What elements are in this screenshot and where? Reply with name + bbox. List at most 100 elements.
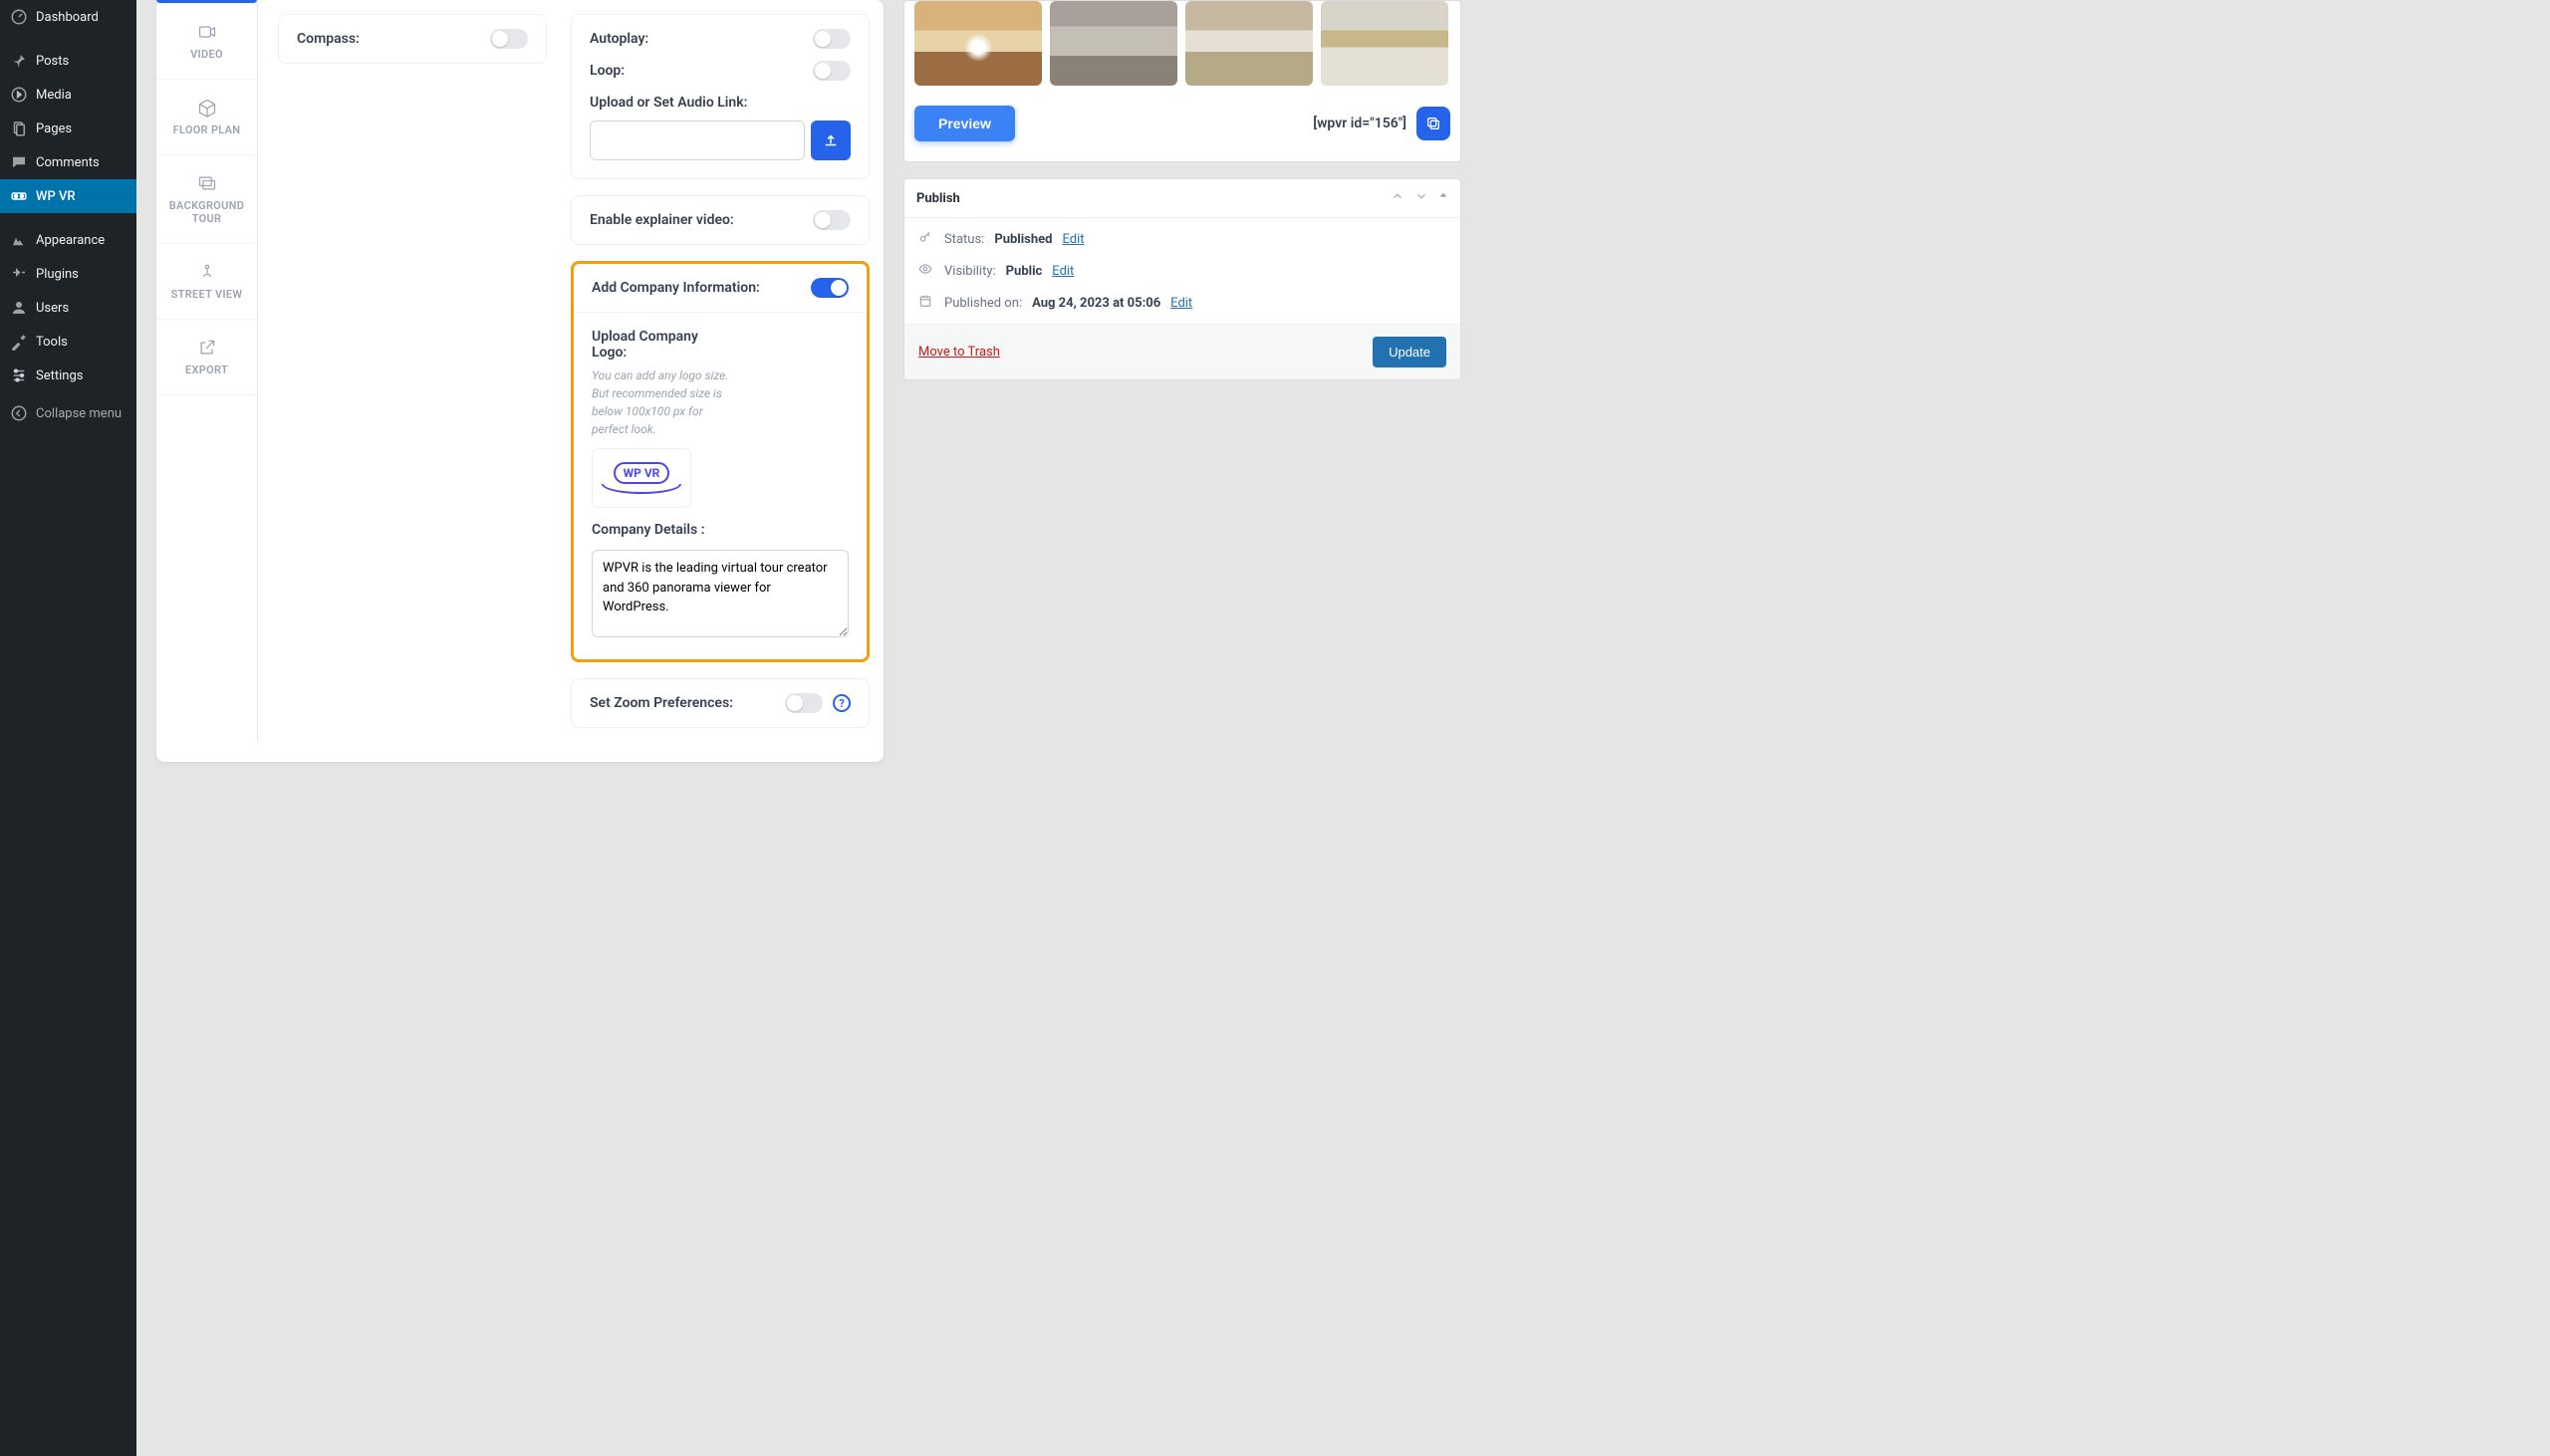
dashboard-icon [10, 8, 28, 26]
panel-toggle-icon[interactable] [1438, 189, 1448, 207]
sidebar-label: Settings [36, 368, 83, 383]
background-tour-icon [197, 173, 217, 193]
sidebar-item-media[interactable]: Media [0, 78, 136, 112]
upload-logo-label: Upload Company Logo: [592, 329, 731, 361]
video-icon [197, 22, 217, 42]
comments-icon [10, 153, 28, 171]
tools-icon [10, 333, 28, 351]
preview-card: Preview [wpvr id="156"] [903, 0, 1461, 162]
pin-icon [10, 52, 28, 70]
audio-panel: Autoplay: Loop: Upload or Set Audio Link… [571, 14, 870, 179]
company-info-highlight: Add Company Information: Upload Company … [571, 261, 870, 662]
appearance-icon [10, 231, 28, 249]
sidebar-item-settings[interactable]: Settings [0, 359, 136, 392]
tab-export[interactable]: EXPORT [156, 320, 257, 395]
move-to-trash-link[interactable]: Move to Trash [918, 345, 1000, 360]
sidebar-label: Plugins [36, 267, 79, 282]
wpvr-icon [10, 187, 28, 205]
sidebar-item-plugins[interactable]: Plugins [0, 257, 136, 291]
copy-shortcode-button[interactable] [1416, 107, 1450, 140]
company-logo-preview[interactable]: WP VR [592, 448, 691, 508]
panel-up-icon[interactable] [1391, 189, 1404, 207]
tab-background-tour[interactable]: BACKGROUND TOUR [156, 155, 257, 244]
settings-columns: Compass: Autoplay: Loop: [258, 0, 884, 742]
zoom-label: Set Zoom Preferences: [590, 695, 733, 711]
upload-icon [822, 131, 840, 149]
sidebar-label: WP VR [36, 189, 76, 204]
tab-video[interactable]: VIDEO [156, 4, 257, 80]
media-icon [10, 86, 28, 104]
edit-visibility-link[interactable]: Edit [1052, 264, 1074, 279]
publish-status-row: Status: Published Edit [918, 230, 1446, 248]
edit-status-link[interactable]: Edit [1062, 232, 1084, 247]
settings-icon [10, 366, 28, 384]
street-view-icon [197, 262, 217, 282]
sidebar-item-dashboard[interactable]: Dashboard [0, 0, 136, 34]
wpvr-logo: WP VR [602, 462, 681, 494]
thumbnail-3[interactable] [1185, 1, 1313, 86]
copy-icon [1425, 116, 1441, 131]
shortcode-text: [wpvr id="156"] [1313, 116, 1406, 131]
tab-street-view[interactable]: STREET VIEW [156, 244, 257, 320]
sidebar-item-pages[interactable]: Pages [0, 112, 136, 145]
sidebar-item-comments[interactable]: Comments [0, 145, 136, 179]
sidebar-item-tools[interactable]: Tools [0, 325, 136, 359]
autoplay-label: Autoplay: [590, 31, 648, 47]
autoplay-toggle[interactable] [813, 29, 851, 49]
explainer-toggle[interactable] [813, 210, 851, 230]
sidebar-item-appearance[interactable]: Appearance [0, 223, 136, 257]
thumbnail-4[interactable] [1321, 1, 1448, 86]
sidebar-item-users[interactable]: Users [0, 291, 136, 325]
zoom-panel: Set Zoom Preferences: ? [571, 678, 870, 728]
editor-card: VIDEO FLOOR PLAN BACKGROUND TOUR STREET … [156, 0, 884, 762]
update-button[interactable]: Update [1373, 337, 1446, 367]
sidebar-label: Tools [36, 335, 68, 350]
upload-audio-label: Upload or Set Audio Link: [590, 95, 851, 111]
wp-admin-sidebar: Dashboard Posts Media Pages Comments WP … [0, 0, 136, 1456]
sidebar-item-collapse[interactable]: Collapse menu [0, 396, 136, 430]
explainer-label: Enable explainer video: [590, 212, 734, 228]
eye-icon [918, 262, 934, 280]
publish-card: Publish Status: Published Edit Visibilit… [903, 178, 1461, 380]
calendar-icon [918, 294, 934, 312]
panel-down-icon[interactable] [1414, 189, 1428, 207]
sidebar-label: Collapse menu [36, 406, 122, 421]
key-icon [918, 230, 934, 248]
compass-label: Compass: [297, 31, 360, 47]
plugins-icon [10, 265, 28, 283]
company-info-label: Add Company Information: [592, 280, 760, 296]
tab-floor-plan[interactable]: FLOOR PLAN [156, 80, 257, 155]
floor-plan-icon [197, 98, 217, 118]
export-icon [197, 338, 217, 358]
company-info-toggle[interactable] [811, 278, 849, 298]
company-panel: Add Company Information: Upload Company … [574, 264, 867, 659]
sidebar-label: Dashboard [36, 10, 99, 25]
sidebar-label: Pages [36, 121, 72, 136]
sidebar-label: Users [36, 301, 69, 316]
company-details-label: Company Details : [592, 522, 849, 538]
vertical-tabs: VIDEO FLOOR PLAN BACKGROUND TOUR STREET … [156, 0, 258, 742]
preview-button[interactable]: Preview [914, 106, 1015, 141]
publish-visibility-row: Visibility: Public Edit [918, 262, 1446, 280]
collapse-icon [10, 404, 28, 422]
thumbnail-1[interactable] [914, 1, 1042, 86]
zoom-toggle[interactable] [785, 693, 823, 713]
edit-date-link[interactable]: Edit [1170, 296, 1192, 311]
users-icon [10, 299, 28, 317]
thumbnail-2[interactable] [1050, 1, 1177, 86]
sidebar-item-posts[interactable]: Posts [0, 44, 136, 78]
compass-toggle[interactable] [490, 29, 528, 49]
sidebar-label: Comments [36, 155, 100, 170]
sidebar-label: Appearance [36, 233, 105, 248]
loop-label: Loop: [590, 63, 625, 79]
upload-audio-button[interactable] [811, 121, 851, 160]
audio-link-input[interactable] [590, 121, 805, 160]
sidebar-label: Posts [36, 54, 69, 69]
compass-panel: Compass: [278, 14, 547, 64]
upload-logo-hint: You can add any logo size. But recommend… [592, 366, 741, 438]
company-details-textarea[interactable] [592, 550, 849, 637]
wpvr-ellipse-icon [602, 484, 681, 494]
loop-toggle[interactable] [813, 61, 851, 81]
zoom-help-icon[interactable]: ? [833, 694, 851, 712]
sidebar-item-wpvr[interactable]: WP VR [0, 179, 136, 213]
